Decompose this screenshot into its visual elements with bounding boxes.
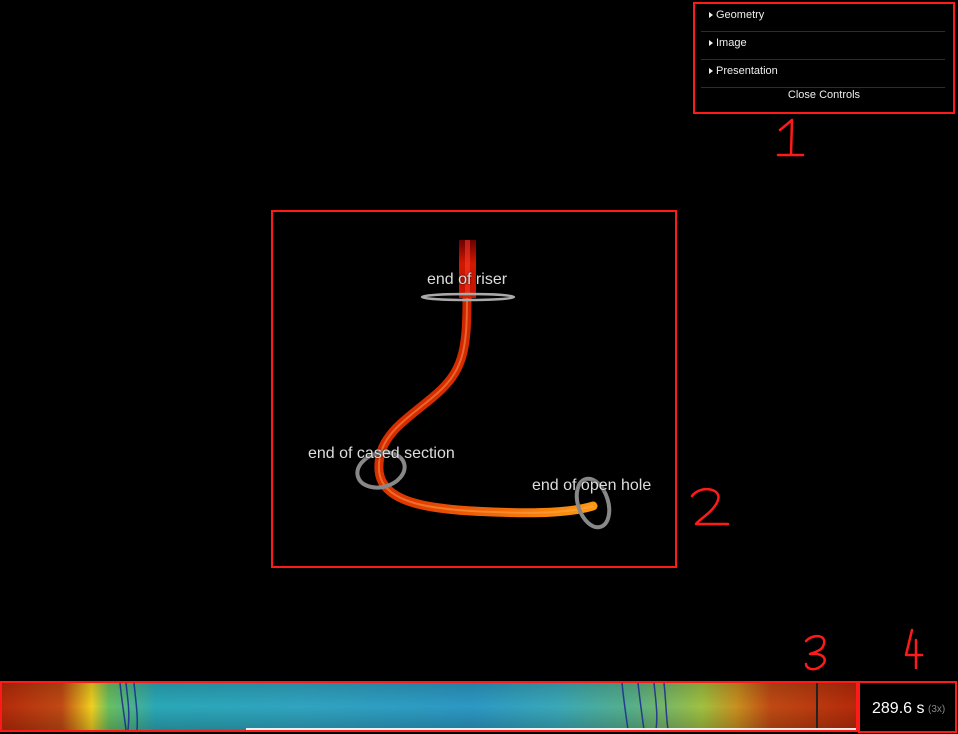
scene-viewport[interactable]: end of riser end of cased section end of…	[271, 210, 677, 568]
annotation-3	[804, 634, 826, 671]
folder-triangle-icon	[709, 68, 713, 74]
timeline-strip[interactable]	[0, 681, 858, 732]
close-controls-button[interactable]: Close Controls	[695, 89, 953, 101]
label-end-of-cased-section: end of cased section	[308, 445, 455, 462]
annotation-4	[904, 628, 924, 670]
folder-label: Presentation	[716, 65, 778, 77]
folder-image[interactable]: Image	[701, 32, 945, 60]
label-end-of-open-hole: end of open hole	[532, 477, 652, 494]
controls-panel: Geometry Image Presentation Close Contro…	[693, 2, 955, 114]
folder-label: Geometry	[716, 9, 765, 21]
wellbore-render	[355, 240, 612, 530]
riser-highlight	[465, 240, 470, 298]
timeline-heatmap	[2, 683, 856, 730]
folder-presentation[interactable]: Presentation	[701, 60, 945, 88]
folder-triangle-icon	[709, 12, 713, 18]
time-readout: 289.6 s (3x)	[858, 681, 957, 733]
annotation-2	[690, 488, 730, 526]
playback-speed[interactable]: (3x)	[928, 704, 945, 715]
app-root: Geometry Image Presentation Close Contro…	[0, 0, 958, 734]
time-value: 289.6 s	[872, 700, 925, 717]
annotation-1	[776, 118, 805, 157]
folder-geometry[interactable]: Geometry	[701, 4, 945, 32]
folder-triangle-icon	[709, 40, 713, 46]
folder-label: Image	[716, 37, 747, 49]
timeline-playhead[interactable]	[816, 683, 818, 730]
timeline-progress-track	[246, 728, 856, 730]
label-end-of-riser: end of riser	[427, 271, 508, 288]
